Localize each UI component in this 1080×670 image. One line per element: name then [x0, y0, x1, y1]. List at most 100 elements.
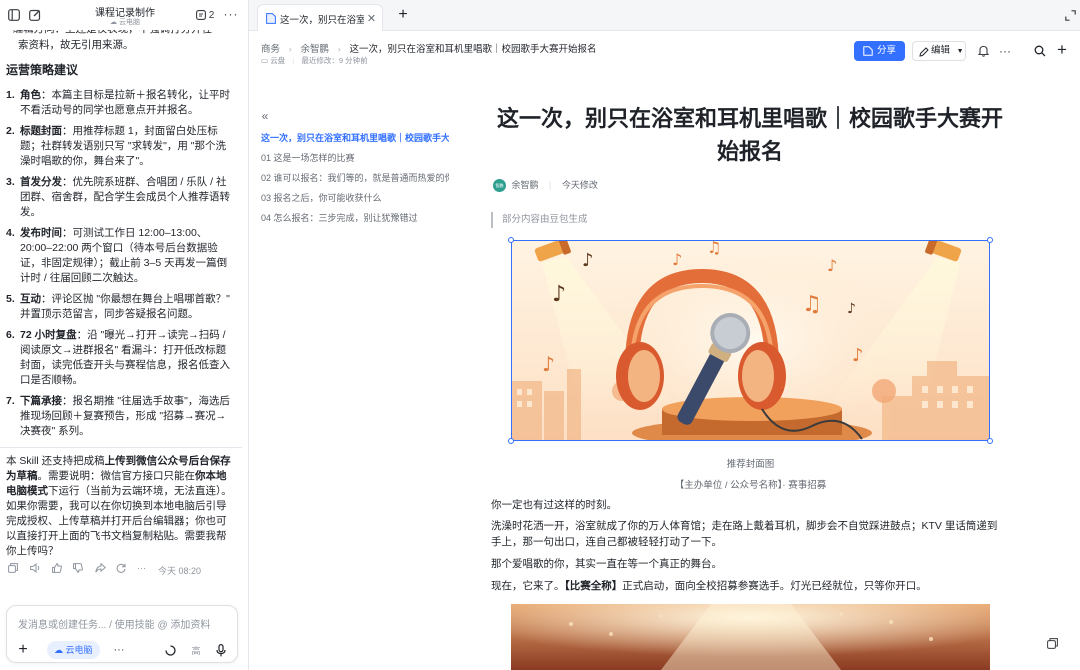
speaker-icon[interactable] [30, 562, 42, 575]
cloud-computer-toggle[interactable]: ☁ 云电脑 [47, 641, 100, 659]
divider [0, 447, 242, 448]
sidebar-toggle-icon[interactable] [7, 8, 21, 22]
strategy-number: 7. [6, 395, 15, 407]
strategy-head: 标题封面 [20, 125, 62, 137]
floating-tool-icon[interactable] [1045, 636, 1059, 650]
outline-item[interactable]: 04 怎么报名：三步完成，别让犹豫错过 [261, 208, 449, 228]
strategy-number: 5. [6, 293, 15, 305]
outline-item[interactable]: 01 这是一场怎样的比赛 [261, 148, 449, 168]
image-subcaption: 【主办单位 / 公众号名称】· 赛事招募 [674, 480, 827, 491]
strategy-number: 3. [6, 176, 15, 188]
paragraph-2[interactable]: 洗澡时花洒一开，浴室就成了你的万人体育馆；走在路上戴着耳机，脚步会不自觉踩进鼓点… [491, 518, 1001, 550]
image-caption: 推荐封面图 [726, 459, 775, 470]
strategy-head: 首发分发 [20, 176, 62, 188]
strategy-number: 6. [6, 329, 15, 341]
author-line: 智鹏 余智鹏 | 今天修改 [493, 178, 598, 193]
strategy-item: 7. 下篇承接：报名期推 "往届选手故事"，海选后推现场回顾＋复赛预告，形成 "招… [6, 394, 236, 439]
breadcrumb-item-2[interactable]: 余智鹏 [300, 44, 329, 55]
add-icon[interactable]: + [16, 641, 30, 658]
document-outline: 这一次，别只在浴室和耳机里唱歌｜校园歌手大赛开始报名01 这是一场怎样的比赛02… [261, 128, 449, 228]
strategy-head: 下篇承接 [20, 395, 62, 407]
strategy-list: 1. 角色：本篇主目标是拉新＋报名转化，让平时不看活动号的同学也愿意点开并报名。 2… [6, 88, 236, 439]
strategy-number: 4. [6, 227, 15, 239]
resize-handle[interactable] [508, 237, 514, 243]
paragraph-3[interactable]: 那个爱唱歌的你，其实一直在等一个真正的舞台。 [491, 556, 1001, 572]
strategy-number: 1. [6, 89, 15, 101]
upload-note: 本 Skill 还支持把成稿上传到微信公众号后台保存为草稿。需要说明：微信官方接… [6, 454, 236, 559]
svg-text:♪: ♪ [672, 250, 682, 269]
copy-icon[interactable] [8, 563, 20, 575]
chat-subtitle: ☁ 云电脑 [110, 19, 140, 26]
svg-text:♪: ♪ [552, 282, 566, 307]
breadcrumb: 商务 › 余智鹏 › 这一次，别只在浴室和耳机里唱歌｜校园歌手大赛开始报名 [261, 44, 597, 55]
resize-handle[interactable] [987, 237, 993, 243]
resize-handle[interactable] [987, 438, 993, 444]
close-tab-icon[interactable]: ✕ [366, 13, 377, 25]
microphone-icon[interactable] [213, 642, 229, 658]
new-chat-icon[interactable] [28, 8, 42, 22]
paragraph-4-text-1: 现在，它来了。 [491, 580, 565, 592]
strategy-item: 2. 标题封面：用推荐标题 1，封面留白处压标题；社群转发语别只写 "求转发"，用… [6, 124, 236, 169]
more-actions-icon[interactable]: ··· [137, 563, 149, 575]
document-icon [265, 13, 276, 24]
strategy-head: 发布时间 [20, 227, 62, 239]
outline-item[interactable]: 02 谁可以报名：我们等的，就是普通而热爱的你 [261, 168, 449, 188]
search-icon[interactable] [1033, 44, 1047, 58]
outline-item[interactable]: 这一次，别只在浴室和耳机里唱歌｜校园歌手大赛开始报名 [261, 128, 449, 148]
comment-icon [195, 10, 206, 20]
chat-input-placeholder[interactable]: 发消息或创建任务... / 使用技能 @ 添加资料 [18, 616, 210, 631]
more-icon[interactable]: ··· [223, 7, 239, 21]
paragraph-1[interactable]: 你一定也有过这样的时刻。 [491, 497, 1001, 513]
document-title[interactable]: 这一次，别只在浴室和耳机里唱歌｜校园歌手大赛开始报名 [492, 102, 1008, 168]
add-icon[interactable]: + [1054, 40, 1070, 59]
svg-text:♫: ♫ [802, 292, 822, 317]
doc-more-icon[interactable]: ··· [997, 44, 1013, 58]
folder-icon: ▭ [261, 56, 269, 65]
input-more-icon[interactable]: ··· [111, 643, 127, 657]
tab-document[interactable]: 这一次，别只在浴室和耳机里唱歌｜校园歌手大赛开始报名 ✕ [257, 4, 383, 31]
new-tab-icon[interactable]: + [395, 6, 411, 23]
edit-label: 编辑 [931, 45, 951, 56]
second-image[interactable] [511, 604, 990, 670]
last-edited: 最近修改：9 分钟前 [301, 56, 368, 65]
paragraph-4[interactable]: 现在，它来了。【比赛全称】正式启动，面向全校招募参赛选手。灯光已经就位，只等你开… [491, 578, 1001, 594]
edit-mode-button[interactable]: 编辑 ▼ [912, 41, 966, 61]
share-doc-icon [863, 46, 873, 56]
ai-generated-note: 部分内容由豆包生成 [491, 212, 588, 228]
author-avatar[interactable]: 智鹏 [493, 179, 506, 193]
concert-stage-illustration [511, 604, 990, 670]
strategy-item: 4. 发布时间：可测试工作日 12:00–13:00、20:00–22:00 两个… [6, 226, 236, 286]
regenerate-icon[interactable] [116, 563, 128, 575]
cover-image[interactable]: ♪ ♪ ♪ ♪ ♫ ♪ ♪ ♫ ♪ [511, 240, 990, 441]
chevron-down-icon: ▼ [956, 48, 964, 55]
loading-icon [164, 644, 176, 656]
bell-icon[interactable] [976, 44, 990, 58]
chat-input-box[interactable]: 发消息或创建任务... / 使用技能 @ 添加资料 + ☁ 云电脑 ··· 高 [6, 605, 238, 663]
strategy-text: ：评论区抛 "你最想在舞台上唱哪首歌？" 并置顶示范留言，同步答疑报名问题。 [20, 293, 230, 320]
author-name[interactable]: 余智鹏 [512, 180, 539, 190]
breadcrumb-item-1[interactable]: 商务 [261, 44, 280, 55]
collapse-outline-icon[interactable]: « [259, 109, 271, 123]
share-icon[interactable] [95, 562, 107, 575]
breadcrumb-current: 这一次，别只在浴室和耳机里唱歌｜校园歌手大赛开始报名 [349, 44, 597, 55]
message-count-button[interactable]: 2 [193, 8, 217, 22]
share-label: 分享 [876, 45, 896, 56]
message-actions: ··· 今天 08:20 [6, 562, 246, 577]
section-heading: 运营策略建议 [6, 63, 79, 77]
svg-text:♪: ♪ [847, 301, 856, 317]
stage-headphone-microphone-illustration: ♪ ♪ ♪ ♪ ♫ ♪ ♪ ♫ ♪ [512, 241, 989, 440]
resize-handle[interactable] [508, 438, 514, 444]
outline-item[interactable]: 03 报名之后，你可能收获什么 [261, 188, 449, 208]
expand-icon[interactable] [1063, 8, 1077, 22]
location-label[interactable]: 云盘 [270, 56, 285, 65]
share-button[interactable]: 分享 [854, 41, 905, 61]
chat-panel: 课程记录制作 ☁ 云电脑 2 ··· • 编辑方向：上还是仅表现，不强调打分并在… [0, 0, 249, 670]
mode-indicator[interactable]: 高 [187, 643, 205, 657]
thumbs-down-icon[interactable] [73, 563, 85, 575]
thumbs-up-icon[interactable] [52, 563, 64, 575]
note-text-2: 。需要说明：微信官方接口只能在 [37, 470, 196, 482]
note-text-1: 本 Skill 还支持把成稿 [6, 455, 105, 467]
svg-text:♪: ♪ [852, 345, 864, 366]
strategy-head: 角色 [20, 89, 41, 101]
strategy-item: 3. 首发分发：优先院系班群、合唱团 / 乐队 / 社团群、宿舍群，配合学生会成员… [6, 175, 236, 220]
